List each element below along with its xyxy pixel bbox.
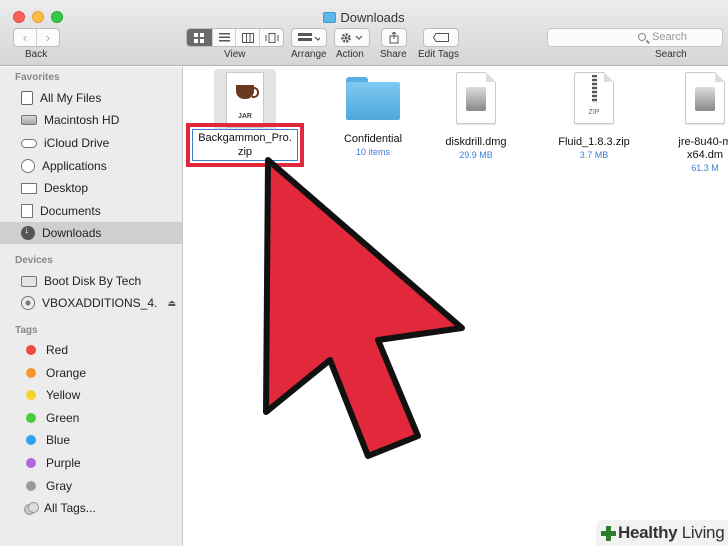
red-pointer-arrow xyxy=(263,157,465,459)
medical-cross-logo-icon xyxy=(600,525,616,541)
healthy-living-watermark: Healthy Living xyxy=(596,520,728,546)
watermark-brand-text: Healthy Living xyxy=(618,523,725,542)
